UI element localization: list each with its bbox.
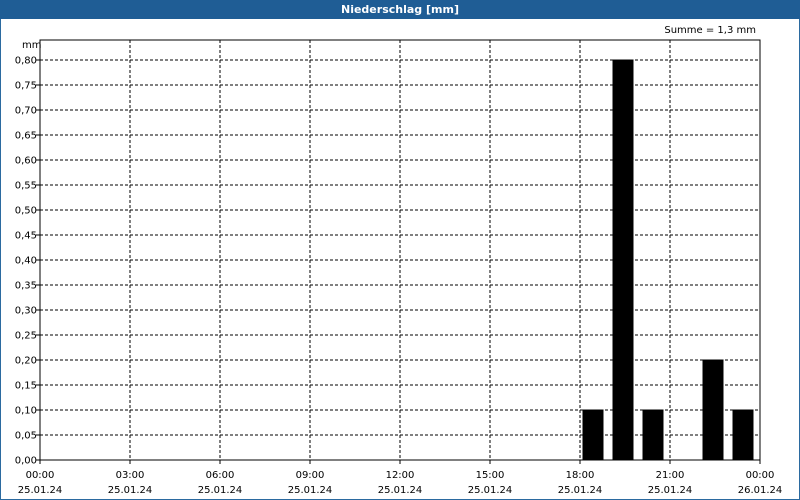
- x-tick-label-time: 00:00: [746, 470, 775, 481]
- grid: [40, 40, 760, 460]
- x-tick-label-date: 25.01.24: [18, 485, 63, 496]
- x-tick-label-date: 25.01.24: [648, 485, 693, 496]
- y-tick-label: 0,00: [15, 456, 37, 467]
- y-tick-label: 0,45: [15, 231, 37, 242]
- y-tick-label: 0,70: [15, 106, 37, 117]
- y-tick-label: 0,75: [15, 81, 37, 92]
- x-tick-label-date: 25.01.24: [558, 485, 603, 496]
- x-axis: 00:00 25.01.24 03:00 25.01.24 06:00 25.01.24 0…: [18, 460, 783, 496]
- x-tick-label-time: 03:00: [116, 470, 145, 481]
- y-tick-label: 0,40: [15, 256, 37, 267]
- y-tick-label: 0,50: [15, 206, 37, 217]
- bar: [582, 409, 604, 461]
- x-tick-label-time: 12:00: [386, 470, 415, 481]
- x-tick-label-date: 25.01.24: [378, 485, 423, 496]
- precipitation-chart: mm 0,000,050,100,150,200,250,300,350,400…: [15, 39, 783, 496]
- x-tick-label-date: 26.01.24: [738, 485, 783, 496]
- x-tick-label-time: 18:00: [566, 470, 595, 481]
- y-tick-label: 0,55: [15, 181, 37, 192]
- y-tick-label: 0,30: [15, 306, 37, 317]
- y-axis: 0,00 0,05 0,10 0,15 0,20 0,25 0,30 0,35 0,40 0,45…: [15, 56, 40, 467]
- y-tick-label: 0,20: [15, 356, 37, 367]
- bar: [612, 59, 634, 461]
- x-tick-label-date: 25.01.24: [198, 485, 243, 496]
- y-tick-label: 0,15: [15, 381, 37, 392]
- x-tick-label-time: 21:00: [656, 470, 685, 481]
- x-tick-label-time: 09:00: [296, 470, 325, 481]
- y-tick-label: 0,35: [15, 281, 37, 292]
- y-axis-unit-label: mm: [22, 40, 41, 51]
- x-tick-label-time: 06:00: [206, 470, 235, 481]
- x-tick-label-time: 15:00: [476, 470, 505, 481]
- bar: [642, 409, 664, 461]
- x-tick-label-date: 25.01.24: [108, 485, 153, 496]
- bar: [732, 409, 754, 461]
- x-tick-label-time: 00:00: [26, 470, 55, 481]
- y-tick-label: 0,65: [15, 131, 37, 142]
- y-tick-label: 0,25: [15, 331, 37, 342]
- x-tick-label-date: 25.01.24: [468, 485, 513, 496]
- bar: [702, 359, 724, 461]
- y-tick-label: 0,05: [15, 431, 37, 442]
- y-tick-label: 0,60: [15, 156, 37, 167]
- y-tick-label: 0,80: [15, 56, 37, 67]
- y-tick-label: 0,10: [15, 406, 37, 417]
- x-tick-label-date: 25.01.24: [288, 485, 333, 496]
